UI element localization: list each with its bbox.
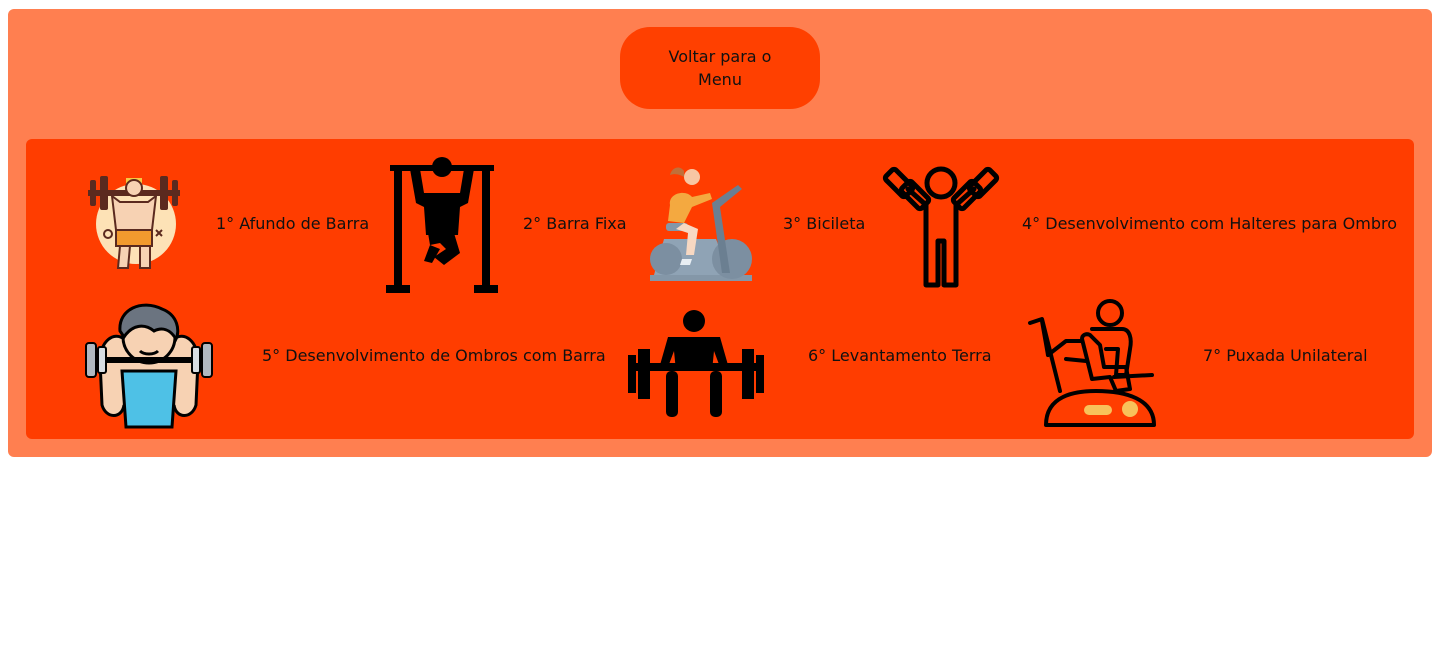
exercise-bike-icon xyxy=(650,167,752,281)
deadlift-icon xyxy=(628,310,764,417)
dumbbell-shoulder-press-icon xyxy=(882,166,1000,288)
exercise-list: 1° Afundo de Barra 2° Barra Fixa 3° Bici… xyxy=(26,139,1414,439)
exercise-label-2: 2° Barra Fixa xyxy=(523,214,627,233)
barbell-shoulder-press-icon xyxy=(85,303,213,429)
exercise-label-3: 3° Bicileta xyxy=(783,214,866,233)
exercise-label-4: 4° Desenvolvimento com Halteres para Omb… xyxy=(1022,214,1398,233)
rowing-machine-icon xyxy=(1028,299,1156,427)
exercise-label-1: 1° Afundo de Barra xyxy=(216,214,370,233)
exercise-label-5: 5° Desenvolvimento de Ombros com Barra xyxy=(262,346,606,365)
exercise-label-6: 6° Levantamento Terra xyxy=(808,346,992,365)
exercise-label-7: 7° Puxada Unilateral xyxy=(1203,346,1368,365)
workout-container: Voltar para o Menu 1° Afundo de Barra 2°… xyxy=(8,9,1432,457)
pull-up-bar-icon xyxy=(386,157,498,293)
back-to-menu-button[interactable]: Voltar para o Menu xyxy=(620,27,820,109)
barbell-lunge-icon xyxy=(88,176,180,269)
